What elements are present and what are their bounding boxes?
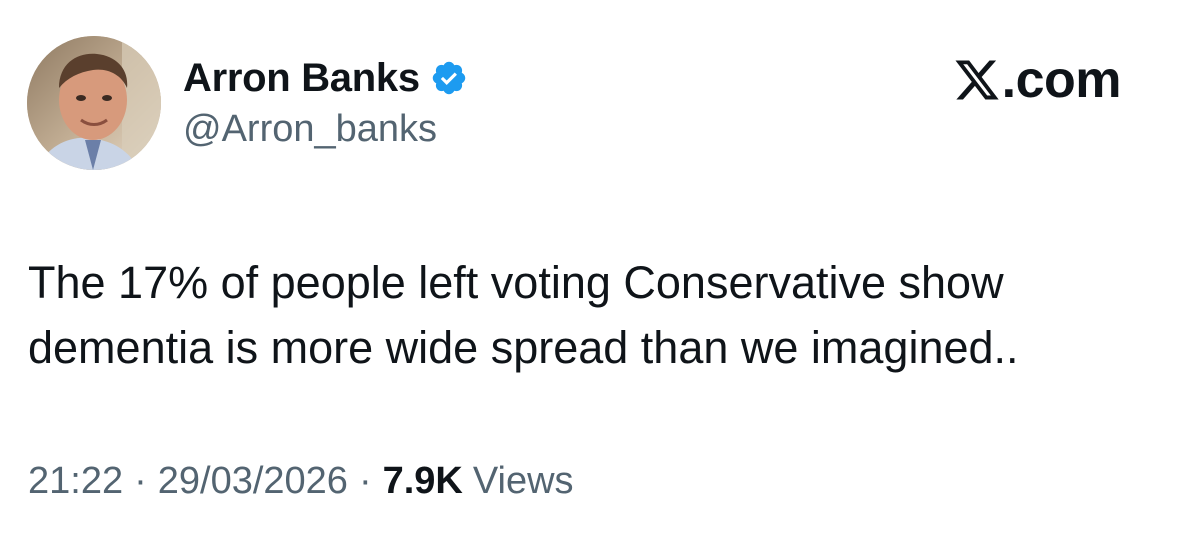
author-handle[interactable]: @Arron_banks: [183, 108, 437, 151]
views-label: Views: [472, 460, 574, 502]
tweet-text: The 17% of people left voting Conservati…: [28, 257, 1019, 373]
meta-separator: ·: [134, 460, 147, 502]
views-count: 7.9K: [382, 460, 463, 502]
author-name-row: Arron Banks: [183, 52, 468, 104]
display-name[interactable]: Arron Banks: [183, 56, 420, 101]
tweet-time[interactable]: 21:22: [28, 460, 123, 503]
avatar[interactable]: [27, 36, 161, 170]
tweet-card: Arron Banks @Arron_banks .com The 17% of…: [0, 0, 1179, 543]
tweet-meta: 21:22 · 29/03/2026 · 7.9K Views: [28, 460, 574, 503]
x-logo-icon: [953, 56, 1001, 104]
site-brand: .com: [953, 50, 1122, 110]
verified-badge-icon: [430, 59, 468, 97]
brand-text: .com: [1001, 51, 1122, 109]
meta-separator: ·: [358, 460, 372, 502]
avatar-photo: [27, 36, 161, 170]
tweet-date[interactable]: 29/03/2026: [158, 460, 348, 503]
